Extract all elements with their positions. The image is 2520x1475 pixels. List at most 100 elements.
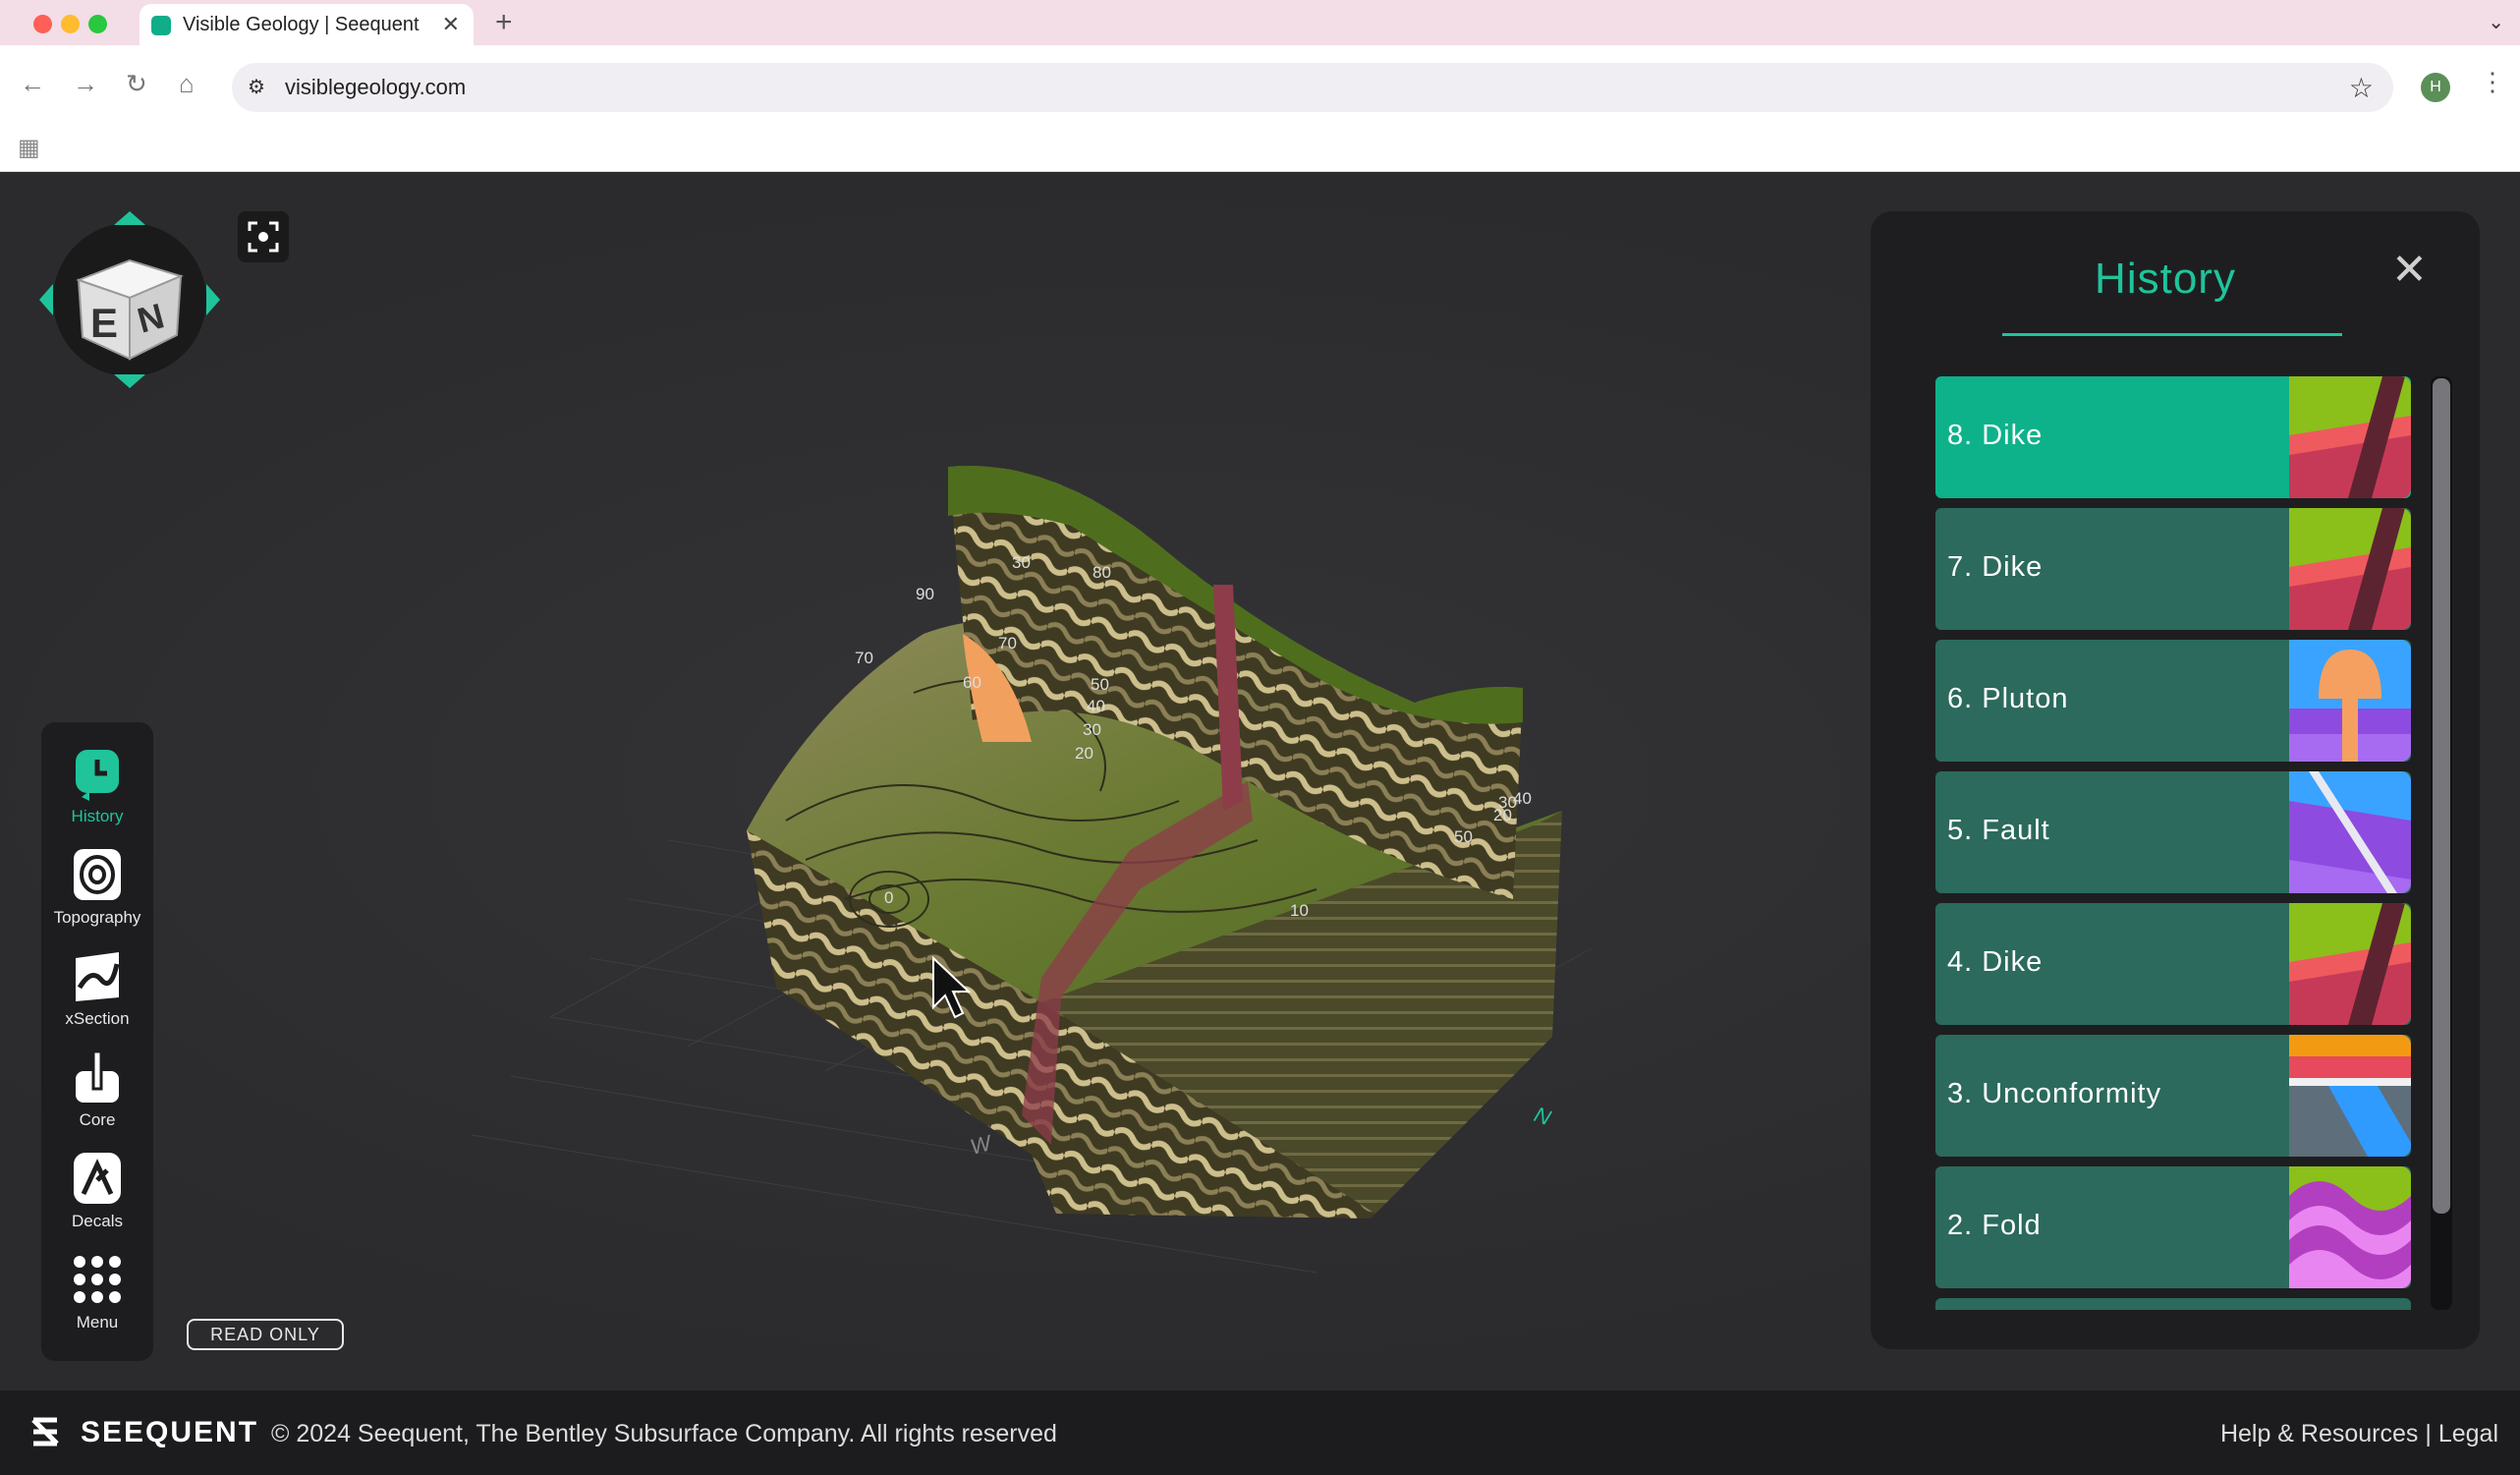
history-item[interactable]: 4. Dike [1935,903,2411,1025]
history-item[interactable]: 3. Unconformity [1935,1035,2411,1157]
footer-separator: | [2425,1420,2432,1447]
history-item-label: 6. Pluton [1947,683,2069,714]
tool-core[interactable]: Core [41,1046,153,1144]
read-only-badge: READ ONLY [187,1319,344,1350]
home-icon[interactable]: ⌂ [179,69,195,99]
url-text[interactable]: visiblegeology.com [285,75,466,100]
xsection-icon [76,952,120,1001]
history-list: 8. Dike 7. Dike 6. Pluton 5. Fault 4. Di… [1935,376,2411,1310]
contour-label: 70 [998,634,1017,652]
history-scrollbar-thumb[interactable] [2433,378,2450,1214]
rotate-right-icon[interactable] [206,284,220,315]
topography-icon [74,849,121,900]
tool-label: xSection [65,1009,130,1028]
browser-toolbar: ← → ↻ ⌂ ⚙ visiblegeology.com ☆ H ⋮ [0,45,2520,128]
history-item[interactable]: 6. Pluton [1935,640,2411,762]
footer-links: Help & Resources | Legal [2220,1420,2498,1448]
profile-avatar[interactable]: H [2421,73,2450,102]
rotate-down-icon[interactable] [114,374,145,388]
history-item-label: 8. Dike [1947,420,2044,451]
history-item-label: 2. Fold [1947,1210,2042,1241]
browser-tab[interactable]: Visible Geology | Seequent ✕ [140,4,474,45]
contour-label: 80 [1092,563,1111,582]
history-item-label: 7. Dike [1947,551,2044,583]
west-axis-label: W [968,1130,996,1160]
new-tab-button[interactable]: + [495,6,513,39]
tab-search-chevron-icon[interactable]: ⌄ [2488,10,2504,34]
brand-name[interactable]: SEEQUENT [81,1416,258,1449]
seequent-favicon-icon [151,16,171,35]
history-item[interactable]: 8. Dike [1935,376,2411,498]
history-item-label: 5. Fault [1947,815,2050,846]
browser-tab-bar: Visible Geology | Seequent ✕ + ⌄ [0,0,2520,45]
fullscreen-focus-button[interactable] [238,211,289,262]
north-axis-label: N [1531,1102,1554,1130]
contour-label: 40 [1087,697,1105,715]
history-icon [76,750,119,801]
kebab-menu-icon[interactable]: ⋮ [2480,67,2505,97]
visible-geology-app: 90 70 70 60 50 40 30 20 80 10 0 50 20 40… [0,172,2520,1390]
menu-dots-icon [74,1256,121,1303]
rotate-left-icon[interactable] [39,284,53,315]
tool-label: Decals [72,1212,123,1230]
tab-close-icon[interactable]: ✕ [442,12,460,37]
dike-thumbnail-icon [2289,903,2411,1025]
contour-label: 60 [963,673,981,692]
tool-decals[interactable]: Decals [41,1147,153,1245]
maximize-window-button[interactable] [88,15,107,33]
tab-title: Visible Geology | Seequent [183,14,420,35]
tool-topography[interactable]: Topography [41,843,153,941]
back-arrow-icon[interactable]: ← [20,69,45,99]
tool-menu[interactable]: Menu [41,1248,153,1346]
geology-3d-viewport[interactable]: 90 70 70 60 50 40 30 20 80 10 0 50 20 40… [0,172,1867,1390]
address-bar[interactable]: ⚙ visiblegeology.com ☆ [232,63,2393,112]
apps-grid-icon[interactable]: ▦ [18,134,40,162]
reload-icon[interactable]: ↻ [126,69,147,99]
contour-label: 30 [1012,553,1031,572]
close-panel-icon[interactable]: ✕ [2391,245,2428,295]
history-item-label: 4. Dike [1947,946,2044,978]
site-info-icon[interactable]: ⚙ [248,75,265,99]
tool-rail: History Topography xSection Core Decals … [41,722,153,1361]
history-panel: History ✕ 8. Dike 7. Dike 6. Pluton 5. F… [1871,211,2480,1349]
star-icon[interactable]: ☆ [2349,72,2374,104]
cube-face-east: E [90,300,118,346]
focus-frame-icon [248,221,279,253]
panel-title: History [2095,255,2236,303]
fold-thumbnail-icon [2289,1166,2411,1288]
contour-label: 90 [916,585,934,603]
tool-label: History [71,807,124,825]
contour-label: 50 [1091,675,1109,694]
help-resources-link[interactable]: Help & Resources [2220,1420,2418,1447]
tool-label: Menu [76,1313,119,1332]
legal-link[interactable]: Legal [2438,1420,2498,1447]
minimize-window-button[interactable] [61,15,80,33]
history-item[interactable]: 7. Dike [1935,508,2411,630]
copyright-text: © 2024 Seequent, The Bentley Subsurface … [271,1420,1057,1447]
tool-label: Topography [53,908,141,927]
close-window-button[interactable] [33,15,52,33]
view-cube-compass[interactable]: E N [39,211,226,388]
tool-label: Core [79,1110,116,1129]
site-footer: SEEQUENT © 2024 Seequent, The Bentley Su… [0,1390,2520,1475]
seequent-logo-icon[interactable] [26,1412,65,1451]
contour-label: 10 [1290,901,1309,920]
history-item[interactable]: 5. Fault [1935,771,2411,893]
history-scrollbar[interactable] [2431,376,2452,1310]
dike-thumbnail-icon [2289,508,2411,630]
panel-title-underline [2002,333,2342,336]
contour-label: 50 [1454,827,1473,846]
tool-xsection[interactable]: xSection [41,944,153,1043]
contour-label: 30 [1083,720,1101,739]
contour-label: 70 [855,649,873,667]
history-item-partial[interactable] [1935,1298,2411,1310]
pluton-thumbnail-icon [2289,640,2411,762]
fault-thumbnail-icon [2289,771,2411,893]
history-item[interactable]: 2. Fold [1935,1166,2411,1288]
contour-label: 20 [1075,744,1093,763]
rotate-up-icon[interactable] [114,211,145,225]
tool-history[interactable]: History [41,742,153,840]
forward-arrow-icon[interactable]: → [73,69,98,99]
contour-label: 0 [884,888,893,907]
decals-icon [74,1153,121,1204]
